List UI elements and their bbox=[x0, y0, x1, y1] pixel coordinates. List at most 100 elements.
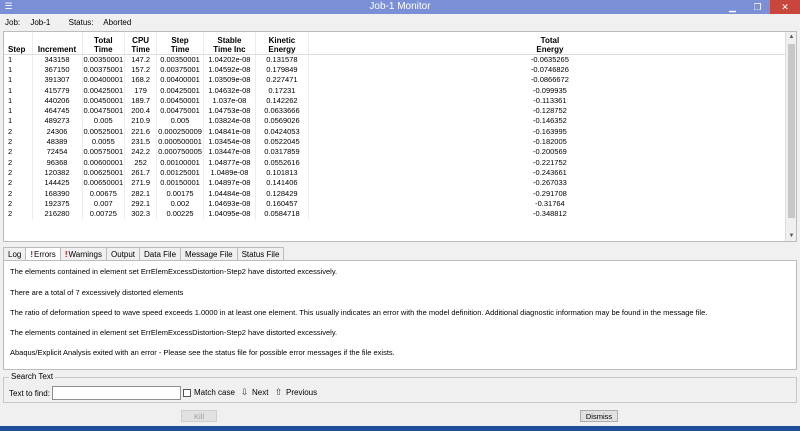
table-cell: 231.5 bbox=[124, 136, 158, 147]
column-header[interactable]: Stable Time Inc bbox=[203, 32, 256, 55]
table-body: 1 343158 0.00350001 147.2 0.00350001 1.04202e… bbox=[4, 54, 792, 219]
table-row[interactable]: 2 72454 0.00575001 242.2 0.000750005 1.03447e… bbox=[4, 146, 792, 157]
table-cell: 0.00475001 bbox=[82, 105, 126, 116]
kill-button[interactable]: Kill bbox=[181, 410, 217, 422]
table-row[interactable]: 2 24306 0.00525001 221.6 0.000250009 1.04841e… bbox=[4, 126, 792, 137]
next-button[interactable]: ⇩ Next bbox=[240, 386, 269, 397]
table-row[interactable]: 1 391307 0.00400001 168.2 0.00400001 1.03509e… bbox=[4, 74, 792, 85]
table-row[interactable]: 2 192375 0.007 292.1 0.002 1.04693e-08 0.16045… bbox=[4, 198, 792, 209]
tab-status-file[interactable]: Status File bbox=[236, 247, 285, 260]
table-row[interactable]: 2 168390 0.00675 282.1 0.00175 1.04484e-08 0.1… bbox=[4, 187, 792, 199]
title-bar: ☰ Job-1 Monitor ▁ ❐ ✕ bbox=[0, 0, 800, 14]
column-header[interactable]: Total Time bbox=[82, 32, 126, 55]
match-case-checkbox[interactable]: Match case bbox=[183, 388, 235, 397]
find-input[interactable] bbox=[52, 386, 181, 400]
table-cell: 282.1 bbox=[124, 187, 158, 199]
tab-label: Message File bbox=[185, 249, 233, 259]
close-button[interactable]: ✕ bbox=[770, 0, 800, 14]
tab-warnings[interactable]: ! Warnings bbox=[59, 247, 107, 260]
table-cell: 0.00625001 bbox=[82, 167, 126, 178]
table-cell: 168390 bbox=[32, 187, 83, 199]
table-row[interactable]: 2 96368 0.00600001 252 0.00100001 1.04877e-08… bbox=[4, 156, 792, 168]
column-header[interactable]: Step Time bbox=[156, 32, 204, 55]
column-header[interactable]: Increment bbox=[32, 32, 83, 55]
table-cell: 0.141406 bbox=[255, 177, 309, 188]
table-cell: 1.03824e-08 bbox=[203, 115, 256, 127]
table-row[interactable]: 1 489273 0.005 210.9 0.005 1.03824e-08 0.05690… bbox=[4, 115, 792, 127]
table-row[interactable]: 2 48389 0.0055 231.5 0.000500001 1.03454e-08 0… bbox=[4, 136, 792, 147]
table-cell: 292.1 bbox=[124, 198, 158, 209]
table-cell: 0.007 bbox=[82, 198, 126, 209]
tab-message-file[interactable]: Message File bbox=[180, 247, 238, 260]
minimize-button[interactable]: ▁ bbox=[720, 0, 745, 14]
tab-output[interactable]: Output bbox=[105, 247, 140, 260]
table-cell: 2 bbox=[4, 126, 33, 137]
table-row[interactable]: 1 343158 0.00350001 147.2 0.00350001 1.04202e… bbox=[4, 54, 792, 65]
table-cell: 0.128429 bbox=[255, 187, 309, 199]
table-row[interactable]: 2 120382 0.00625001 261.7 0.00125001 1.0489e-… bbox=[4, 167, 792, 178]
job-value: Job-1 bbox=[30, 18, 51, 27]
table-cell: 2 bbox=[4, 187, 33, 199]
table-cell: 2 bbox=[4, 198, 33, 209]
checkbox-icon[interactable] bbox=[183, 388, 191, 397]
scroll-down-icon[interactable]: ▼ bbox=[786, 231, 796, 241]
tab-label: Errors bbox=[34, 250, 56, 259]
table-cell: 1.04693e-08 bbox=[203, 198, 256, 209]
scroll-thumb[interactable] bbox=[788, 44, 795, 218]
status-label: Status: Aborted bbox=[68, 18, 132, 27]
dismiss-button[interactable]: Dismiss bbox=[580, 410, 618, 422]
table-cell: 1.04484e-08 bbox=[203, 187, 256, 199]
table-row[interactable]: 1 464745 0.00475001 200.4 0.00475001 1.04753e… bbox=[4, 105, 792, 116]
output-tabs: Log! Errors! Warnings Output Data File Messag… bbox=[3, 247, 285, 261]
table-row[interactable]: 1 415779 0.00425001 179 0.00425001 1.04632e-0… bbox=[4, 84, 792, 96]
table-row[interactable]: 2 144425 0.00650001 271.9 0.00150001 1.04897e… bbox=[4, 177, 792, 188]
table-cell: 2 bbox=[4, 167, 33, 178]
table-cell: 0.00125001 bbox=[156, 167, 204, 178]
table-cell: 0.00425001 bbox=[156, 84, 204, 96]
table-cell: 96368 bbox=[32, 156, 83, 168]
table-cell: 0.00450001 bbox=[82, 95, 126, 106]
error-mark-icon: ! bbox=[64, 249, 68, 259]
maximize-button[interactable]: ❐ bbox=[745, 0, 770, 14]
match-case-label: Match case bbox=[194, 388, 235, 397]
table-cell: 210.9 bbox=[124, 115, 158, 127]
table-cell: 0.00375001 bbox=[156, 64, 204, 75]
table-cell: 0.179849 bbox=[255, 64, 309, 75]
tab-errors[interactable]: ! Errors bbox=[25, 247, 61, 261]
table-cell: 415779 bbox=[32, 84, 83, 96]
error-message: The elements contained in element set Er… bbox=[10, 328, 338, 337]
table-cell: 221.6 bbox=[124, 126, 158, 137]
table-row[interactable]: 1 440206 0.00450001 189.7 0.00450001 1.037e-0… bbox=[4, 95, 792, 106]
arrow-down-icon: ⇩ bbox=[240, 386, 249, 397]
column-header[interactable]: Step bbox=[4, 32, 33, 55]
table-cell: 1.037e-08 bbox=[203, 95, 256, 106]
tab-label: Output bbox=[110, 249, 135, 259]
table-cell: 2 bbox=[4, 208, 33, 219]
tab-log[interactable]: Log bbox=[3, 247, 27, 260]
table-cell: 216280 bbox=[32, 208, 83, 219]
table-cell: 2 bbox=[4, 156, 33, 168]
table-cell: 0.00100001 bbox=[156, 156, 204, 168]
table-cell: 1.03454e-08 bbox=[203, 136, 256, 147]
progress-table: Step Increment Total Time CPU Time Step Time Sta… bbox=[3, 31, 797, 242]
table-cell: 0.00600001 bbox=[82, 156, 126, 168]
table-row[interactable]: 2 216280 0.00725 302.3 0.00225 1.04095e-08 0.0… bbox=[4, 208, 792, 219]
table-scrollbar[interactable]: ▲ ▼ bbox=[785, 32, 796, 241]
table-cell: 0.00350001 bbox=[156, 54, 204, 65]
table-cell: 0.0633666 bbox=[255, 105, 309, 116]
scroll-up-icon[interactable]: ▲ bbox=[786, 32, 796, 42]
progress-grid: Step Increment Total Time CPU Time Step Time Sta… bbox=[4, 32, 792, 219]
table-cell: 1.04095e-08 bbox=[203, 208, 256, 219]
column-header[interactable]: Kinetic Energy bbox=[255, 32, 309, 55]
tab-label: Data File bbox=[144, 249, 177, 259]
table-cell: 367150 bbox=[32, 64, 83, 75]
column-header[interactable]: Total Energy bbox=[308, 32, 792, 55]
tab-data-file[interactable]: Data File bbox=[139, 247, 182, 260]
table-cell: 0.17231 bbox=[255, 84, 309, 96]
column-header[interactable]: CPU Time bbox=[124, 32, 158, 55]
table-row[interactable]: 1 367150 0.00375001 157.2 0.00375001 1.04592e… bbox=[4, 64, 792, 75]
table-cell: -0.113361 bbox=[308, 95, 792, 106]
table-cell: -0.348812 bbox=[308, 208, 792, 219]
table-cell: 0.0055 bbox=[82, 136, 126, 147]
previous-button[interactable]: ⇧ Previous bbox=[274, 387, 317, 397]
